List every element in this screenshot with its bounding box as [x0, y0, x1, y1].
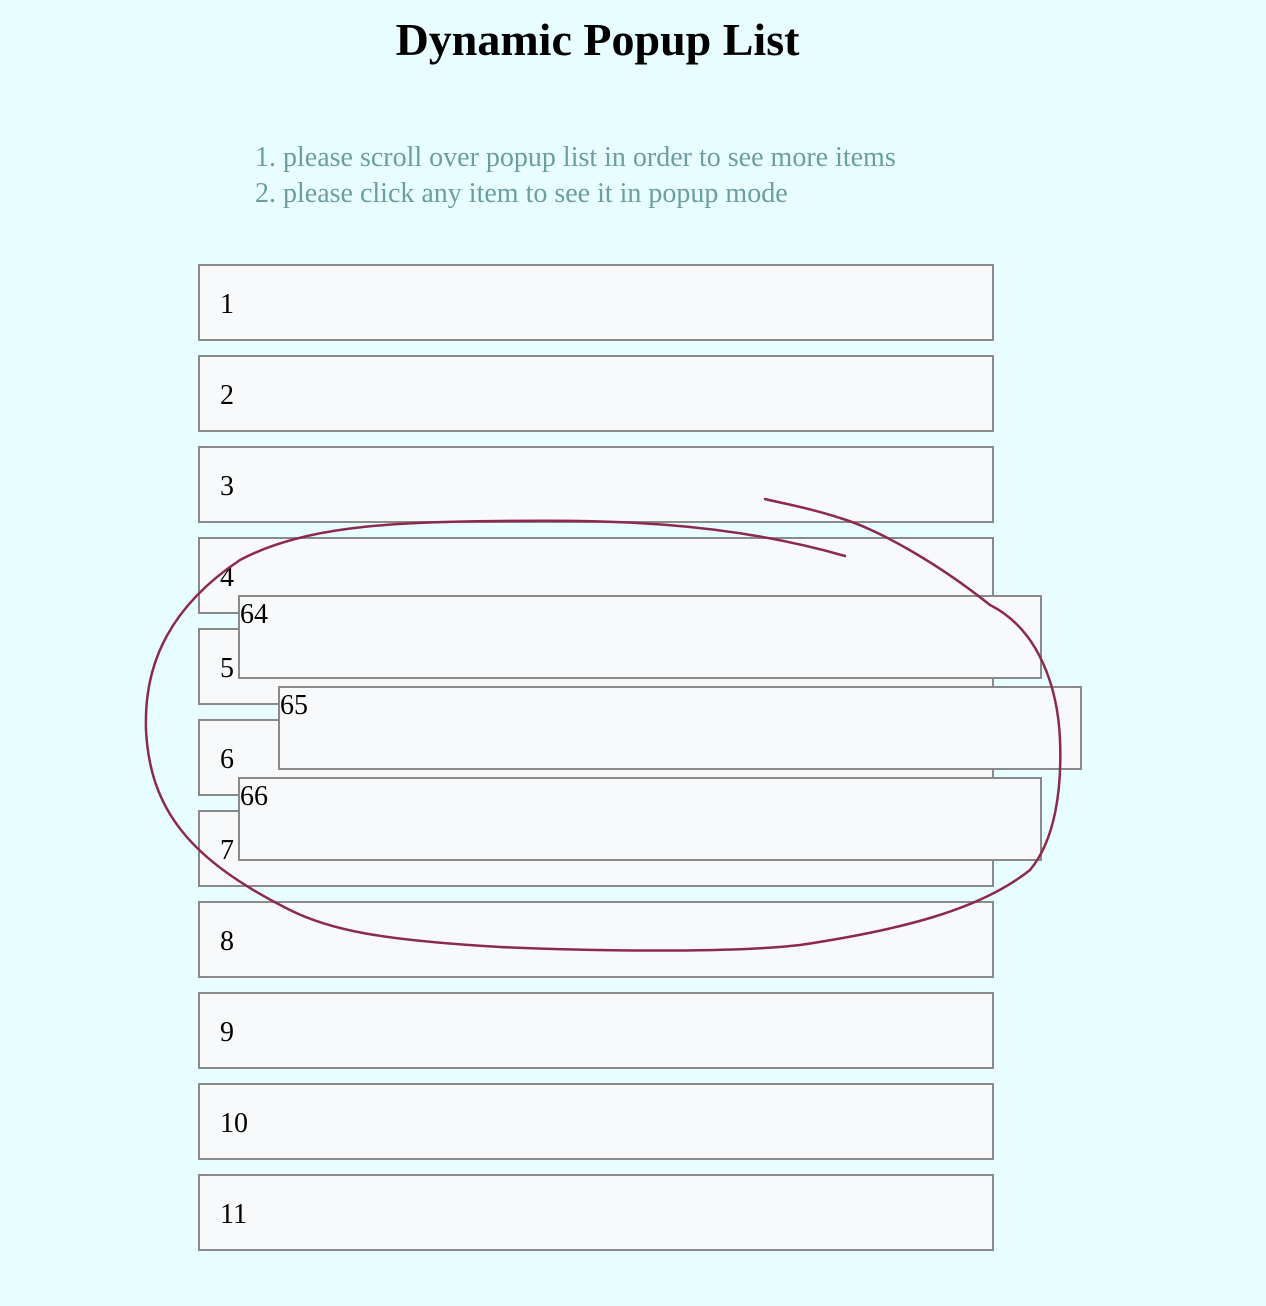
list-item-label: 1	[220, 289, 234, 320]
popup-item[interactable]: 65	[278, 686, 1082, 770]
list-item-label: 6	[220, 744, 234, 775]
instructions-list: 1. please scroll over popup list in orde…	[255, 140, 896, 212]
list-item-label: 7	[220, 835, 234, 866]
list-item[interactable]: 9	[198, 992, 994, 1069]
list-item[interactable]: 1	[198, 264, 994, 341]
list-item-label: 3	[220, 471, 234, 502]
popup-item-label: 64	[240, 599, 268, 630]
list-item-label: 9	[220, 1017, 234, 1048]
list-item[interactable]: 2	[198, 355, 994, 432]
list-item-label: 4	[220, 562, 234, 593]
list-item[interactable]: 10	[198, 1083, 994, 1160]
popup-item[interactable]: 66	[238, 777, 1042, 861]
list-item-label: 10	[220, 1108, 248, 1139]
list-item[interactable]: 11	[198, 1174, 994, 1251]
instruction-item: 2. please click any item to see it in po…	[255, 178, 788, 209]
popup-item-label: 65	[280, 690, 308, 721]
list-item[interactable]: 8	[198, 901, 994, 978]
list-item[interactable]: 3	[198, 446, 994, 523]
list-item-label: 5	[220, 653, 234, 684]
list-item-label: 11	[220, 1199, 247, 1230]
page-title: Dynamic Popup List	[395, 14, 800, 65]
instruction-item: 1. please scroll over popup list in orde…	[255, 142, 896, 173]
list-item-label: 8	[220, 926, 234, 957]
popup-item-label: 66	[240, 781, 268, 812]
popup-item[interactable]: 64	[238, 595, 1042, 679]
list-item-label: 2	[220, 380, 234, 411]
